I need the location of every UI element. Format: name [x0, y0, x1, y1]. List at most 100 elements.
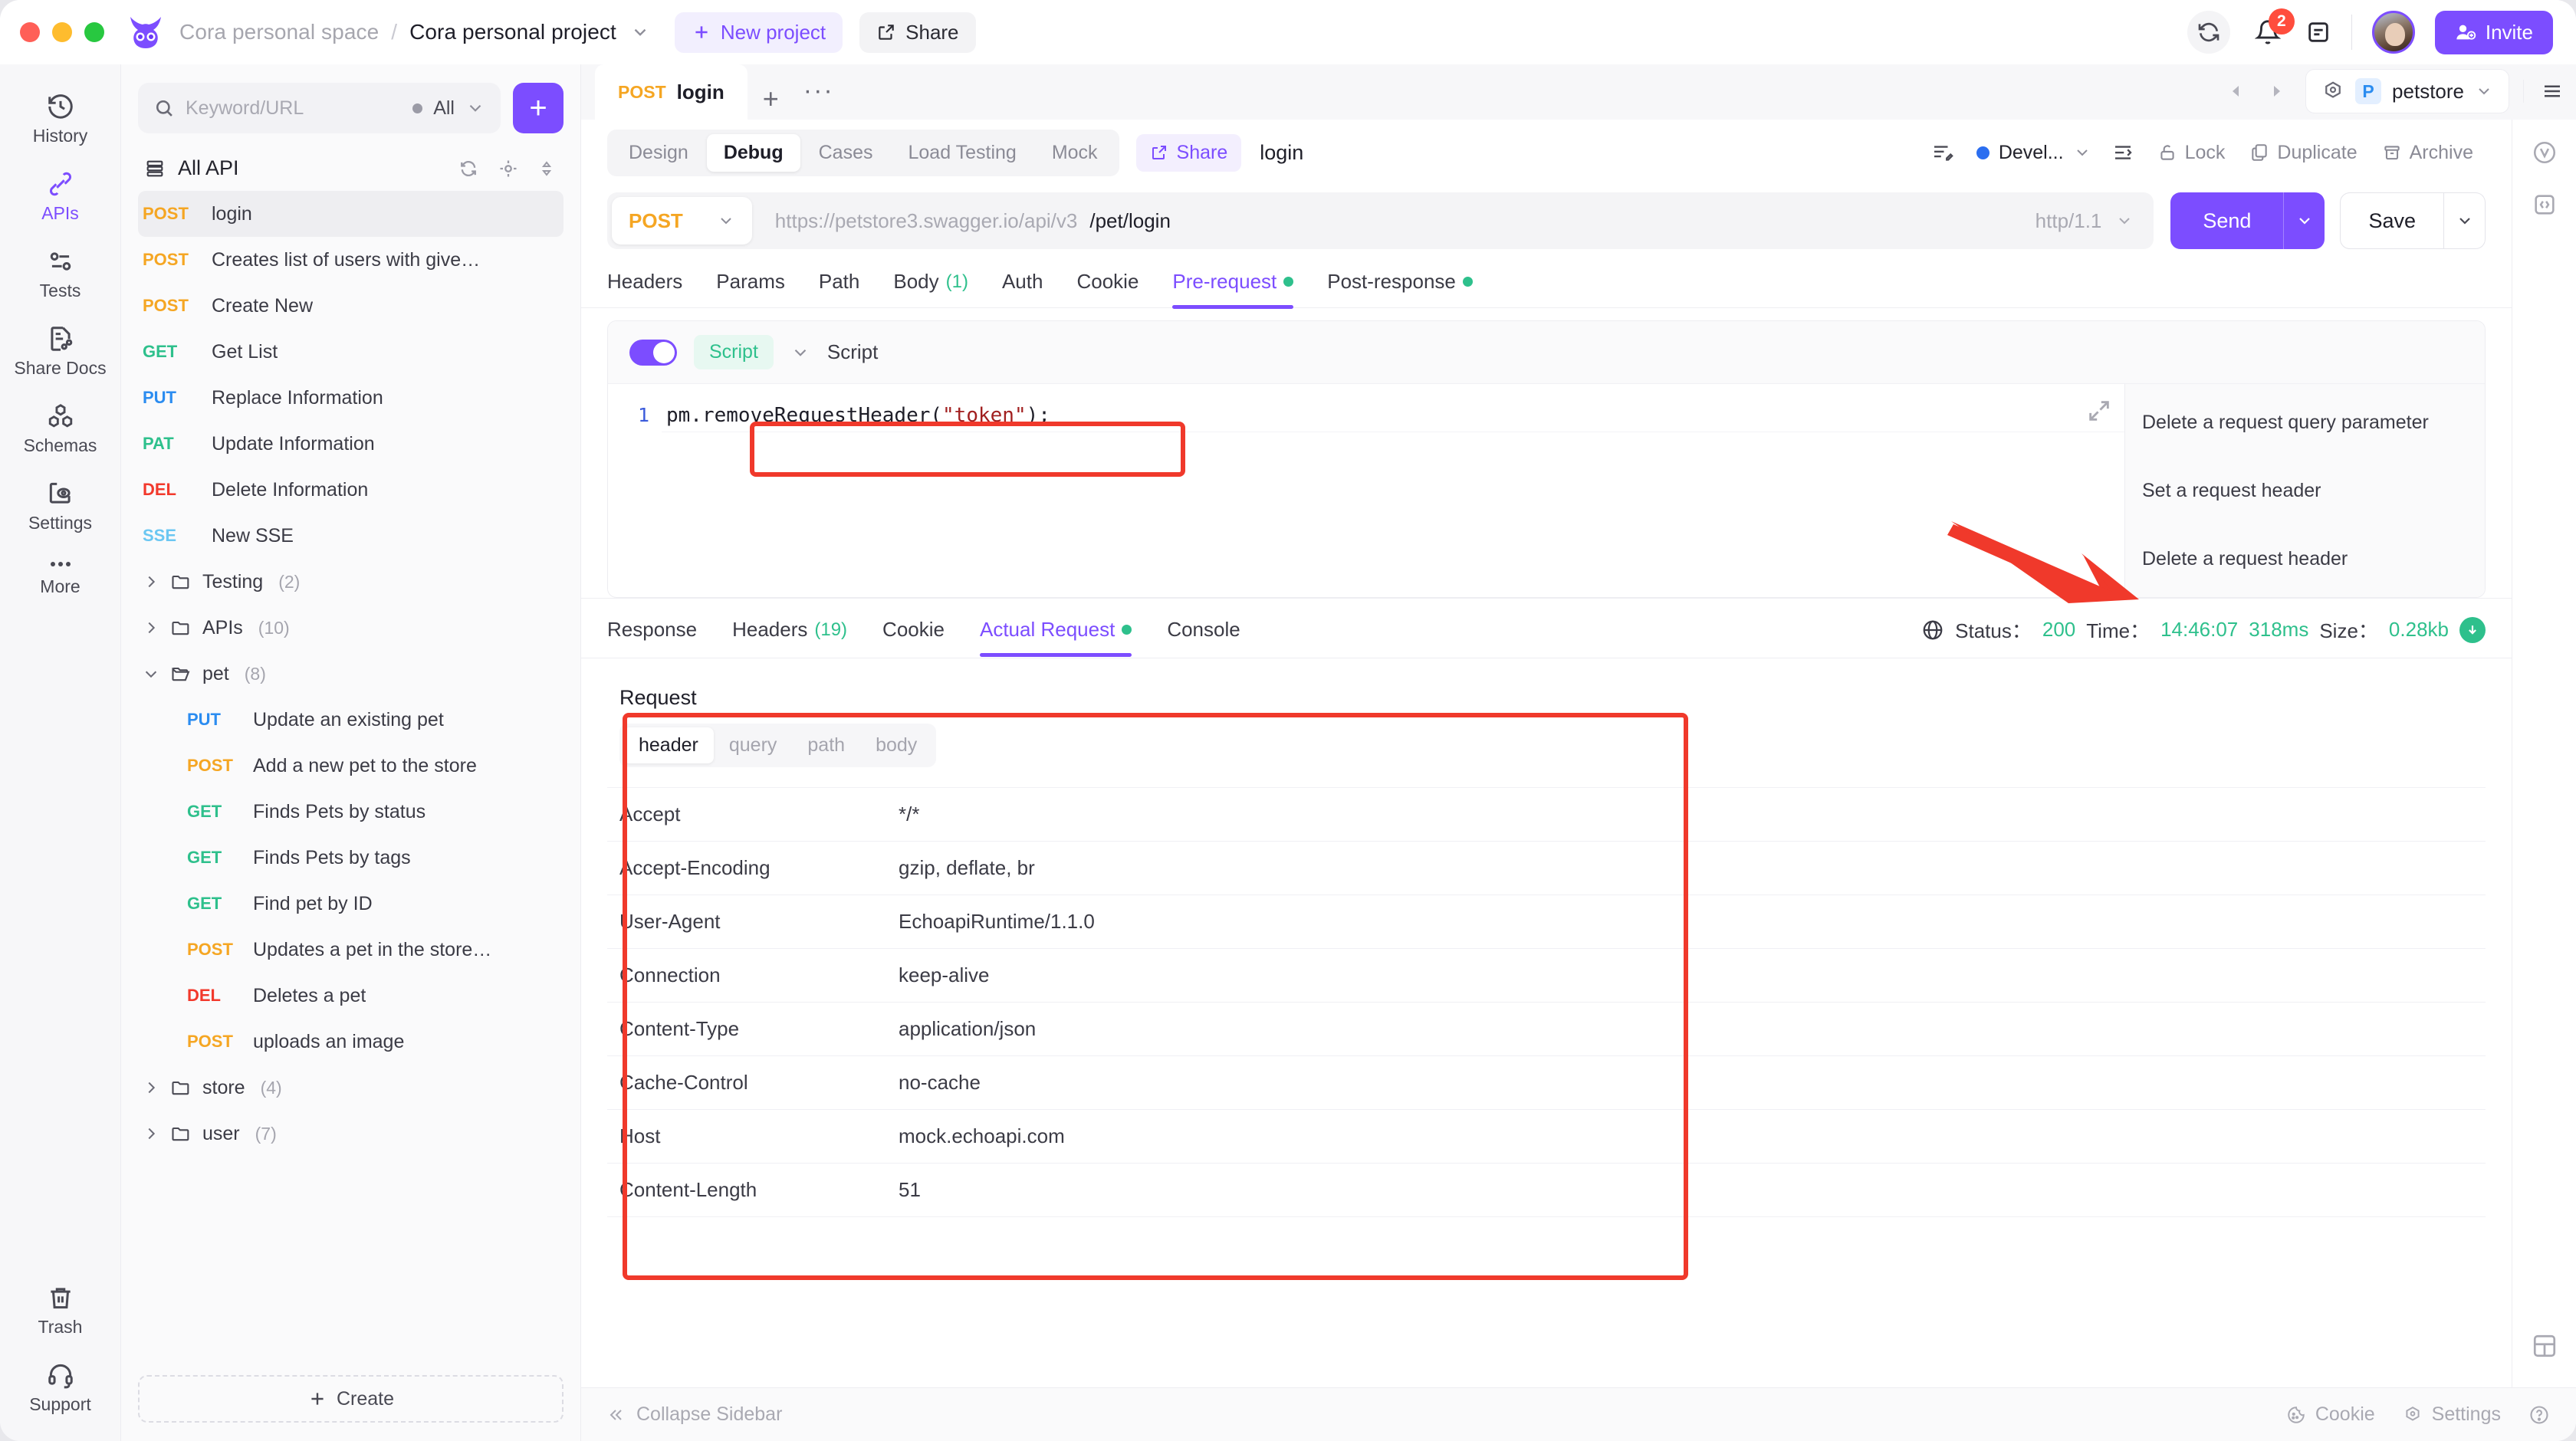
tab-actual-request[interactable]: Actual Request	[979, 618, 1132, 657]
tab-console[interactable]: Console	[1167, 618, 1240, 655]
help-button[interactable]	[2528, 1404, 2550, 1426]
tab-headers[interactable]: Headers	[607, 270, 682, 307]
list-item[interactable]: POST Updates a pet in the store…	[138, 927, 564, 973]
archive-button[interactable]: Archive	[2370, 142, 2486, 164]
list-item[interactable]: POST Add a new pet to the store	[138, 743, 564, 789]
create-button[interactable]: Create	[138, 1375, 564, 1423]
minimize-window-button[interactable]	[52, 22, 72, 42]
avatar[interactable]	[2371, 11, 2415, 54]
mode-tab-mock[interactable]: Mock	[1035, 134, 1115, 172]
list-item[interactable]: GET Find pet by ID	[138, 881, 564, 927]
tab-path[interactable]: Path	[819, 270, 860, 307]
mode-tab-load-testing[interactable]: Load Testing	[891, 134, 1033, 172]
sort-icon[interactable]	[537, 158, 556, 179]
list-item[interactable]: PUT Replace Information	[138, 375, 564, 421]
tab-cookie[interactable]: Cookie	[1076, 270, 1138, 307]
send-button[interactable]: Send	[2170, 192, 2284, 249]
sync-button[interactable]	[2187, 11, 2230, 54]
mode-tab-cases[interactable]: Cases	[802, 134, 890, 172]
code-line-1[interactable]: pm.removeRequestHeader("token");	[662, 399, 2124, 432]
sidebar-item-apis[interactable]: APIs	[0, 159, 120, 236]
script-type-chip[interactable]: Script	[694, 335, 774, 369]
share-api-button[interactable]: Share	[1135, 133, 1242, 172]
share-project-button[interactable]: Share	[859, 11, 976, 53]
mode-tab-debug[interactable]: Debug	[706, 133, 800, 172]
new-project-button[interactable]: New project	[674, 11, 843, 53]
sidebar-item-settings[interactable]: Settings	[0, 468, 120, 546]
sidebar-item-tests[interactable]: Tests	[0, 236, 120, 313]
folder-row[interactable]: store (4)	[138, 1065, 564, 1111]
docs-button[interactable]	[2305, 19, 2331, 45]
folder-row[interactable]: pet (8)	[138, 651, 564, 697]
download-response-button[interactable]	[2459, 616, 2486, 643]
cookie-button[interactable]: Cookie	[2286, 1403, 2375, 1426]
edit-description-icon[interactable]	[1920, 141, 1964, 164]
api-status-selector[interactable]: Devel...	[1964, 142, 2101, 164]
notifications-button[interactable]: 2	[2250, 8, 2295, 51]
window-controls[interactable]	[20, 22, 104, 42]
folder-toggle-icon[interactable]	[143, 619, 159, 636]
search-input[interactable]: Keyword/URL All	[138, 83, 501, 133]
tab-body[interactable]: Body (1)	[893, 270, 968, 307]
filter-chevron-down-icon[interactable]	[465, 98, 485, 118]
sidebar-item-history[interactable]: History	[0, 81, 120, 159]
folder-row[interactable]: Testing (2)	[138, 559, 564, 605]
snippet-item-delete-request-header[interactable]: Delete a request header	[2125, 534, 2485, 584]
filter-value[interactable]: All	[433, 97, 455, 120]
tab-login[interactable]: POST login	[595, 64, 748, 120]
request-part-header[interactable]: header	[623, 727, 714, 763]
folder-toggle-icon[interactable]	[143, 1125, 159, 1142]
layout-toggle-button[interactable]	[2531, 1332, 2558, 1360]
lock-button[interactable]: Lock	[2145, 142, 2238, 164]
sidebar-item-support[interactable]: Support	[0, 1350, 120, 1441]
list-item[interactable]: PUT Update an existing pet	[138, 697, 564, 743]
script-enable-toggle[interactable]	[629, 339, 677, 366]
snippet-item-delete-query-param[interactable]: Delete a request query parameter	[2125, 398, 2485, 448]
script-snippet-menu[interactable]: Delete a request query parameter Set a r…	[2124, 384, 2485, 597]
sidebar-item-trash[interactable]: Trash	[0, 1272, 120, 1350]
api-tree[interactable]: POST login POST Creates list of users with …	[138, 191, 564, 1364]
invite-button[interactable]: Invite	[2434, 10, 2553, 54]
settings-button[interactable]: Settings	[2403, 1403, 2501, 1426]
tab-response[interactable]: Response	[607, 618, 697, 655]
breadcrumb-space[interactable]: Cora personal space	[179, 20, 379, 44]
list-item[interactable]: PAT Update Information	[138, 421, 564, 467]
url-field[interactable]: POST https://petstore3.swagger.io/api/v3…	[607, 192, 2154, 249]
save-button[interactable]: Save	[2340, 192, 2444, 249]
method-selector[interactable]: POST	[612, 197, 752, 245]
request-part-segments[interactable]: header query path body	[619, 724, 937, 767]
sidebar-item-schemas[interactable]: Schemas	[0, 391, 120, 468]
folder-toggle-icon[interactable]	[143, 1079, 159, 1096]
list-item[interactable]: GET Finds Pets by tags	[138, 835, 564, 881]
code-snippet-button[interactable]	[2532, 192, 2558, 218]
response-tab-bar[interactable]: Response Headers (19) Cookie Actual Request C…	[581, 599, 2512, 658]
protocol-selector[interactable]: http/1.1	[2036, 209, 2154, 233]
list-item[interactable]: POST login	[138, 191, 564, 237]
add-api-button[interactable]: +	[513, 83, 564, 133]
folder-row[interactable]: APIs (10)	[138, 605, 564, 651]
collapse-sidebar-button[interactable]: Collapse Sidebar	[607, 1403, 782, 1426]
nav-forward-icon[interactable]	[2256, 82, 2296, 100]
request-tab-bar[interactable]: Headers Params Path Body (1) Auth Cookie Pre-re…	[581, 256, 2512, 309]
request-part-path[interactable]: path	[792, 727, 860, 763]
folder-toggle-icon[interactable]	[143, 573, 159, 590]
tab-params[interactable]: Params	[716, 270, 785, 307]
close-window-button[interactable]	[20, 22, 40, 42]
list-item[interactable]: GET Finds Pets by status	[138, 789, 564, 835]
sidebar-item-more[interactable]: More	[0, 546, 120, 609]
tab-overflow-button[interactable]: ···	[794, 76, 843, 120]
env-menu-button[interactable]	[2523, 80, 2564, 103]
send-options-button[interactable]	[2283, 192, 2325, 249]
folder-toggle-icon[interactable]	[143, 665, 159, 682]
list-item[interactable]: POST uploads an image	[138, 1019, 564, 1065]
new-tab-button[interactable]: +	[748, 83, 794, 120]
ai-assistant-button[interactable]	[2532, 140, 2558, 166]
list-item[interactable]: POST Creates list of users with give…	[138, 237, 564, 283]
maximize-window-button[interactable]	[84, 22, 104, 42]
snippet-item-set-request-header[interactable]: Set a request header	[2125, 466, 2485, 516]
sidebar-item-share-docs[interactable]: Share Docs	[0, 313, 120, 391]
duplicate-button[interactable]: Duplicate	[2237, 142, 2369, 164]
project-chevron-down-icon[interactable]	[630, 22, 650, 42]
request-part-query[interactable]: query	[714, 727, 793, 763]
locate-icon[interactable]	[498, 158, 519, 179]
